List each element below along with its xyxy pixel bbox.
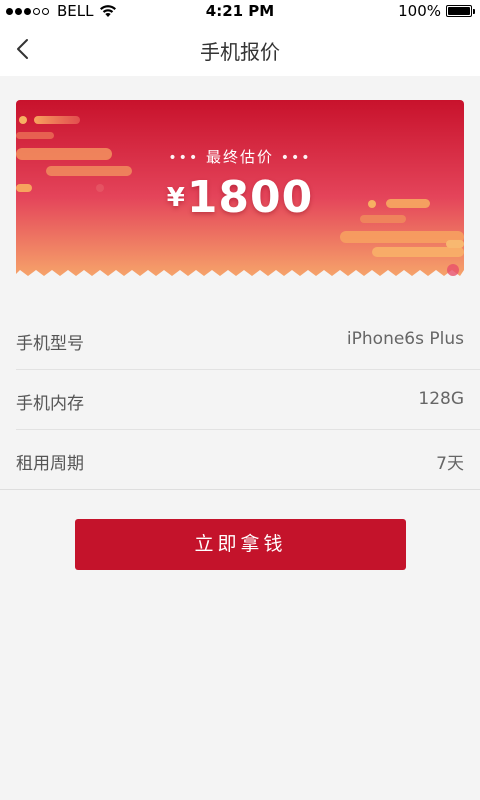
detail-label: 租用周期 xyxy=(16,454,84,474)
details-list: 手机型号 iPhone6s Plus 手机内存 128G 租用周期 7天 xyxy=(0,310,480,490)
price-label: ••• 最终估价 ••• xyxy=(16,146,464,167)
price-label-text: 最终估价 xyxy=(205,148,274,166)
detail-value: 128G xyxy=(418,389,464,409)
status-bar: BELL 4:21 PM 100% xyxy=(0,0,480,22)
detail-row-rental-period: 租用周期 7天 xyxy=(16,430,480,489)
detail-row-storage: 手机内存 128G xyxy=(16,370,480,430)
price-value: ¥1800 xyxy=(16,172,464,223)
nav-bar: 手机报价 xyxy=(0,22,480,76)
price-amount: 1800 xyxy=(186,172,314,223)
price-card: ••• 最终估价 ••• ¥1800 xyxy=(16,100,464,280)
detail-label: 手机型号 xyxy=(16,334,84,354)
get-money-button[interactable]: 立即拿钱 xyxy=(75,519,406,570)
battery-icon xyxy=(446,5,475,17)
currency-symbol: ¥ xyxy=(166,183,185,213)
page-title: 手机报价 xyxy=(200,40,280,64)
status-right: 100% xyxy=(398,2,475,20)
detail-value: iPhone6s Plus xyxy=(346,329,464,349)
dots-decoration-left: ••• xyxy=(168,150,200,166)
battery-percentage: 100% xyxy=(398,2,441,20)
detail-row-model: 手机型号 iPhone6s Plus xyxy=(16,310,480,370)
dots-decoration-right: ••• xyxy=(280,150,312,166)
detail-value: 7天 xyxy=(436,454,464,474)
detail-label: 手机内存 xyxy=(16,394,84,414)
